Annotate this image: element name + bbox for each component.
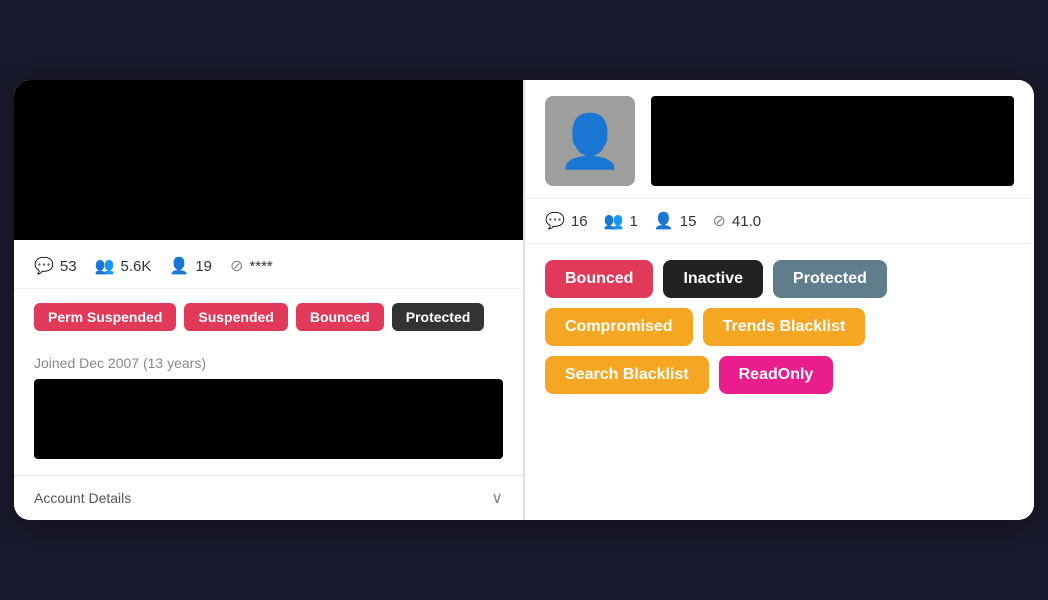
r-search-blacklist-tag[interactable]: Search Blacklist	[545, 356, 709, 394]
r-compromised-tag[interactable]: Compromised	[545, 308, 693, 346]
account-details-row[interactable]: Account Details ∨	[14, 475, 523, 520]
comments-value: 53	[60, 258, 77, 275]
left-panel: 💬 53 👥 5.6K 👤 19 ⊘ **** Perm Suspended S…	[14, 80, 525, 520]
r-following-value: 15	[680, 213, 697, 230]
followers-stat: 👥 5.6K	[95, 256, 152, 276]
comments-stat: 💬 53	[34, 256, 77, 276]
r-misc-stat: ⊘ 41.0	[712, 211, 761, 231]
suspended-tag[interactable]: Suspended	[184, 303, 287, 331]
followers-icon: 👥	[95, 256, 115, 276]
bounced-tag[interactable]: Bounced	[296, 303, 384, 331]
joined-text: Joined Dec 2007 (13 years)	[14, 345, 523, 379]
perm-suspended-tag[interactable]: Perm Suspended	[34, 303, 176, 331]
r-protected-tag[interactable]: Protected	[773, 260, 887, 298]
chevron-down-icon: ∨	[491, 488, 503, 508]
main-container: 💬 53 👥 5.6K 👤 19 ⊘ **** Perm Suspended S…	[14, 80, 1034, 520]
r-followers-stat: 👥 1	[604, 211, 638, 231]
right-panel: 👤 💬 16 👥 1 👤 15 ⊘ 41.0 Bounced	[525, 80, 1034, 520]
right-tags-section: Bounced Inactive Protected Compromised T…	[525, 244, 1034, 410]
circle-slash-icon: ⊘	[230, 256, 243, 276]
protected-tag[interactable]: Protected	[392, 303, 485, 331]
r-trends-blacklist-tag[interactable]: Trends Blacklist	[703, 308, 866, 346]
r-readonly-tag[interactable]: ReadOnly	[719, 356, 834, 394]
r-following-icon: 👤	[654, 211, 674, 231]
r-circle-slash-icon: ⊘	[712, 211, 725, 231]
account-details-label: Account Details	[34, 490, 131, 506]
right-top-section: 👤	[525, 80, 1034, 198]
misc-stat: ⊘ ****	[230, 256, 273, 276]
r-misc-value: 41.0	[732, 213, 761, 230]
left-stats-row: 💬 53 👥 5.6K 👤 19 ⊘ ****	[14, 240, 523, 289]
r-bounced-tag[interactable]: Bounced	[545, 260, 653, 298]
right-stats-row: 💬 16 👥 1 👤 15 ⊘ 41.0	[525, 198, 1034, 244]
r-comments-value: 16	[571, 213, 588, 230]
r-comment-icon: 💬	[545, 211, 565, 231]
r-following-stat: 👤 15	[654, 211, 697, 231]
following-icon: 👤	[169, 256, 189, 276]
following-value: 19	[195, 258, 212, 275]
misc-value: ****	[249, 258, 272, 275]
banner-image	[14, 80, 523, 240]
avatar: 👤	[545, 96, 635, 186]
right-name-box	[651, 96, 1014, 186]
r-comments-stat: 💬 16	[545, 211, 588, 231]
r-followers-value: 1	[630, 213, 638, 230]
r-followers-icon: 👥	[604, 211, 624, 231]
comment-icon: 💬	[34, 256, 54, 276]
followers-value: 5.6K	[121, 258, 152, 275]
left-tags-section: Perm Suspended Suspended Bounced Protect…	[14, 289, 523, 345]
following-stat: 👤 19	[169, 256, 212, 276]
bio-box	[34, 379, 503, 459]
r-inactive-tag[interactable]: Inactive	[663, 260, 763, 298]
avatar-person-icon: 👤	[558, 111, 623, 172]
